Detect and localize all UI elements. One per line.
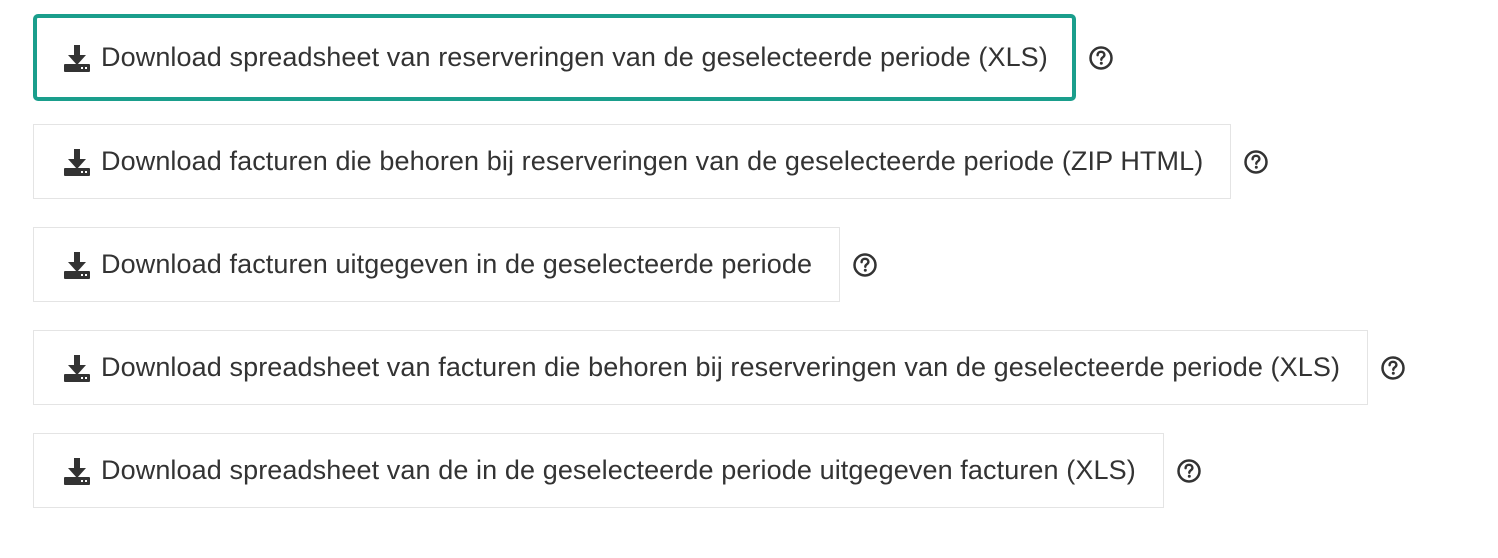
download-invoices-zip-html-label: Download facturen die behoren bij reserv…	[101, 146, 1204, 176]
question-circle-icon[interactable]	[1243, 149, 1269, 175]
question-circle-icon[interactable]	[1088, 45, 1114, 71]
download-issued-invoices-xls-button[interactable]: Download spreadsheet van de in de gesele…	[33, 433, 1164, 508]
download-row: Download spreadsheet van de in de gesele…	[33, 433, 1202, 508]
download-icon	[61, 146, 93, 178]
question-circle-icon[interactable]	[1176, 458, 1202, 484]
download-row: Download facturen die behoren bij reserv…	[33, 124, 1269, 199]
download-issued-invoices-label: Download facturen uitgegeven in de gesel…	[101, 249, 813, 279]
download-issued-invoices-xls-label: Download spreadsheet van de in de gesele…	[101, 455, 1136, 485]
question-circle-icon[interactable]	[852, 252, 878, 278]
download-row: Download spreadsheet van reserveringen v…	[33, 14, 1114, 101]
download-icon	[61, 249, 93, 281]
download-row: Download facturen uitgegeven in de gesel…	[33, 227, 878, 302]
download-reservations-xls-button[interactable]: Download spreadsheet van reserveringen v…	[33, 14, 1076, 101]
download-icon	[61, 352, 93, 384]
download-issued-invoices-button[interactable]: Download facturen uitgegeven in de gesel…	[33, 227, 841, 302]
download-icon	[61, 455, 93, 487]
download-invoices-zip-html-button[interactable]: Download facturen die behoren bij reserv…	[33, 124, 1232, 199]
download-reservations-xls-label: Download spreadsheet van reserveringen v…	[101, 42, 1048, 72]
download-icon	[61, 42, 93, 74]
download-invoices-spreadsheet-xls-button[interactable]: Download spreadsheet van facturen die be…	[33, 330, 1369, 405]
question-circle-icon[interactable]	[1380, 355, 1406, 381]
download-invoices-spreadsheet-xls-label: Download spreadsheet van facturen die be…	[101, 352, 1341, 382]
download-row: Download spreadsheet van facturen die be…	[33, 330, 1406, 405]
